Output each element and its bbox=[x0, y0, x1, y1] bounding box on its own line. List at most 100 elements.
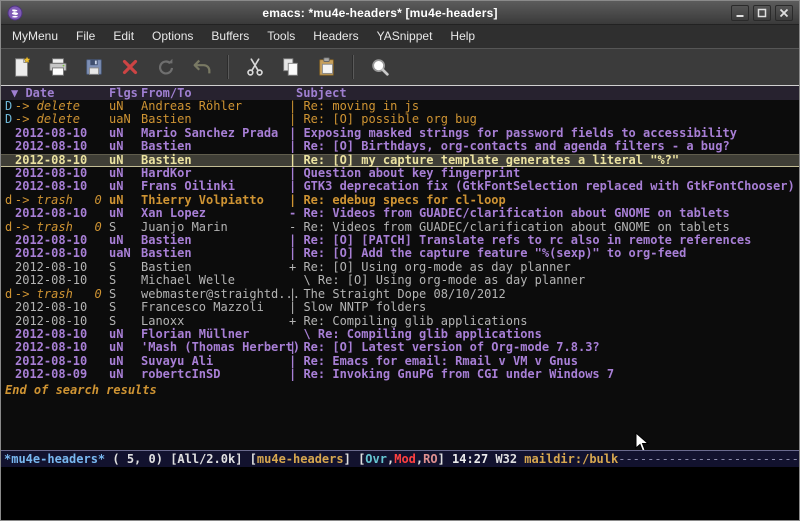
message-row[interactable]: 2012-08-10uNHardKor| Question about key … bbox=[1, 167, 799, 180]
toolbar-separator bbox=[227, 55, 229, 79]
cell-mark bbox=[5, 127, 15, 140]
cell-date: 2012-08-10 bbox=[15, 167, 109, 180]
cell-subject: + Re: Compiling glib applications bbox=[289, 315, 799, 328]
refresh-icon bbox=[155, 56, 177, 78]
mode-line[interactable]: *mu4e-headers* ( 5, 0) [All/2.0k] [mu4e-… bbox=[1, 450, 799, 467]
message-row[interactable]: 2012-08-10uNSuvayu Ali| Re: Emacs for em… bbox=[1, 355, 799, 368]
window-icon bbox=[7, 5, 23, 21]
message-row[interactable]: 2012-08-10SLanoxx+ Re: Compiling glib ap… bbox=[1, 315, 799, 328]
headers-buffer[interactable]: ▼ Date Flgs From/To Subject D-> deleteuN… bbox=[1, 86, 799, 450]
modeline-segment-plain: ( 5, 0) bbox=[105, 452, 170, 466]
save-button[interactable] bbox=[78, 53, 109, 82]
cell-mark bbox=[5, 207, 15, 220]
cell-from: Lanoxx bbox=[141, 315, 289, 328]
modeline-segment-plain: ] bbox=[344, 452, 358, 466]
print-button[interactable] bbox=[42, 53, 73, 82]
menu-item-headers[interactable]: Headers bbox=[304, 25, 367, 48]
message-row[interactable]: d-> trash 0SJuanjo Marin- Re: Videos fro… bbox=[1, 221, 799, 234]
modeline-segment-maildir: maildir:/bulk bbox=[524, 452, 618, 466]
close-buffer-button[interactable] bbox=[114, 53, 145, 82]
cell-from: Bastien bbox=[141, 234, 289, 247]
cell-mark bbox=[5, 261, 15, 274]
cell-date: -> trash 0 bbox=[15, 221, 109, 234]
cell-subject: | The Straight Dope 08/10/2012 bbox=[289, 288, 799, 301]
minimize-button[interactable] bbox=[731, 5, 749, 21]
message-row[interactable]: 2012-08-10uN'Mash (Thomas Herbert)| Re: … bbox=[1, 341, 799, 354]
paste-button[interactable] bbox=[311, 53, 342, 82]
cell-mark bbox=[5, 154, 15, 167]
cell-mark: D bbox=[5, 113, 15, 126]
message-row[interactable]: 2012-08-09uNrobertcInSD| Re: Invoking Gn… bbox=[1, 368, 799, 381]
column-header-flags[interactable]: Flgs bbox=[109, 86, 141, 100]
message-row[interactable]: D-> deleteuaNBastien| Re: [O] possible o… bbox=[1, 113, 799, 126]
undo-button[interactable] bbox=[186, 53, 217, 82]
menubar: MyMenuFileEditOptionsBuffersToolsHeaders… bbox=[1, 25, 799, 48]
cell-flags: S bbox=[109, 221, 141, 234]
message-row[interactable]: d-> trash 0uNThierry Volpiatto| Re: edeb… bbox=[1, 194, 799, 207]
message-row[interactable]: 2012-08-10uNMario Sanchez Prada| Exposin… bbox=[1, 127, 799, 140]
column-header-date[interactable]: ▼ Date bbox=[5, 86, 109, 100]
cell-subject: | Re: [O] possible org bug bbox=[289, 113, 799, 126]
cell-flags: uN bbox=[109, 234, 141, 247]
message-row[interactable]: 2012-08-10SBastien+ Re: [O] Using org-mo… bbox=[1, 261, 799, 274]
cell-flags: uN bbox=[109, 127, 141, 140]
menu-item-tools[interactable]: Tools bbox=[258, 25, 304, 48]
end-of-results-message: End of search results bbox=[1, 384, 799, 397]
close-button[interactable] bbox=[775, 5, 793, 21]
menu-item-options[interactable]: Options bbox=[143, 25, 202, 48]
cell-flags: uN bbox=[109, 154, 141, 167]
cell-mark: D bbox=[5, 100, 15, 113]
titlebar[interactable]: emacs: *mu4e-headers* [mu4e-headers] bbox=[1, 1, 799, 25]
echo-area[interactable] bbox=[1, 467, 799, 520]
refresh-button[interactable] bbox=[150, 53, 181, 82]
cell-from: Andreas Röhler bbox=[141, 100, 289, 113]
minimize-icon bbox=[734, 7, 746, 19]
mouse-cursor bbox=[635, 432, 649, 450]
message-row[interactable]: d-> trash 0Swebmaster@straightd...| The … bbox=[1, 288, 799, 301]
cell-mark: d bbox=[5, 221, 15, 234]
copy-icon bbox=[280, 56, 302, 78]
menu-item-help[interactable]: Help bbox=[441, 25, 484, 48]
message-row[interactable]: 2012-08-10uNFlorian Müllner \ Re: Compil… bbox=[1, 328, 799, 341]
paste-icon bbox=[316, 56, 338, 78]
menu-item-edit[interactable]: Edit bbox=[104, 25, 143, 48]
menu-item-buffers[interactable]: Buffers bbox=[202, 25, 258, 48]
cell-from: Bastien bbox=[141, 154, 289, 167]
copy-button[interactable] bbox=[275, 53, 306, 82]
message-row[interactable]: D-> deleteuNAndreas Röhler| Re: moving i… bbox=[1, 100, 799, 113]
cell-subject: | Re: Emacs for email: Rmail v VM v Gnus bbox=[289, 355, 799, 368]
menu-item-yasnippet[interactable]: YASnippet bbox=[368, 25, 442, 48]
column-header-subject[interactable]: Subject bbox=[289, 86, 799, 100]
close-buffer-icon bbox=[119, 56, 141, 78]
cut-icon bbox=[244, 56, 266, 78]
menu-item-file[interactable]: File bbox=[67, 25, 104, 48]
cell-date: 2012-08-10 bbox=[15, 140, 109, 153]
message-row[interactable]: 2012-08-10uNXan Lopez- Re: Videos from G… bbox=[1, 207, 799, 220]
message-row[interactable]: 2012-08-10SFrancesco Mazzoli| Slow NNTP … bbox=[1, 301, 799, 314]
message-row[interactable]: 2012-08-10uNBastien| Re: [O] Birthdays, … bbox=[1, 140, 799, 153]
cell-from: Florian Müllner bbox=[141, 328, 289, 341]
menu-item-mymenu[interactable]: MyMenu bbox=[3, 25, 67, 48]
message-row[interactable]: 2012-08-10uaNBastien| Re: [O] Add the ca… bbox=[1, 247, 799, 260]
cell-subject: - Re: Videos from GUADEC/clarification a… bbox=[289, 207, 799, 220]
save-icon bbox=[83, 56, 105, 78]
modeline-segment-ovr: Ovr bbox=[365, 452, 387, 466]
maximize-icon bbox=[756, 7, 768, 19]
modeline-segment-plain: ] bbox=[438, 452, 452, 466]
column-header-from[interactable]: From/To bbox=[141, 86, 289, 100]
cell-subject: - Re: Videos from GUADEC/clarification a… bbox=[289, 221, 799, 234]
cell-flags: S bbox=[109, 315, 141, 328]
cell-flags: uN bbox=[109, 167, 141, 180]
maximize-button[interactable] bbox=[753, 5, 771, 21]
message-row[interactable]: 2012-08-10uNBastien| Re: [O] [PATCH] Tra… bbox=[1, 234, 799, 247]
cut-button[interactable] bbox=[239, 53, 270, 82]
window-controls bbox=[731, 5, 793, 21]
search-button[interactable] bbox=[364, 53, 395, 82]
modeline-segment-buffer: *mu4e-headers* bbox=[4, 452, 105, 466]
new-file-button[interactable] bbox=[6, 53, 37, 82]
message-row[interactable]: 2012-08-10SMichael Welle \ Re: [O] Using… bbox=[1, 274, 799, 287]
cell-mark: d bbox=[5, 194, 15, 207]
message-row[interactable]: 2012-08-10uNFrans Oilinki| GTK3 deprecat… bbox=[1, 180, 799, 193]
message-row-current[interactable]: 2012-08-10uNBastien| Re: [O] my capture … bbox=[1, 154, 799, 167]
cell-flags: uaN bbox=[109, 247, 141, 260]
